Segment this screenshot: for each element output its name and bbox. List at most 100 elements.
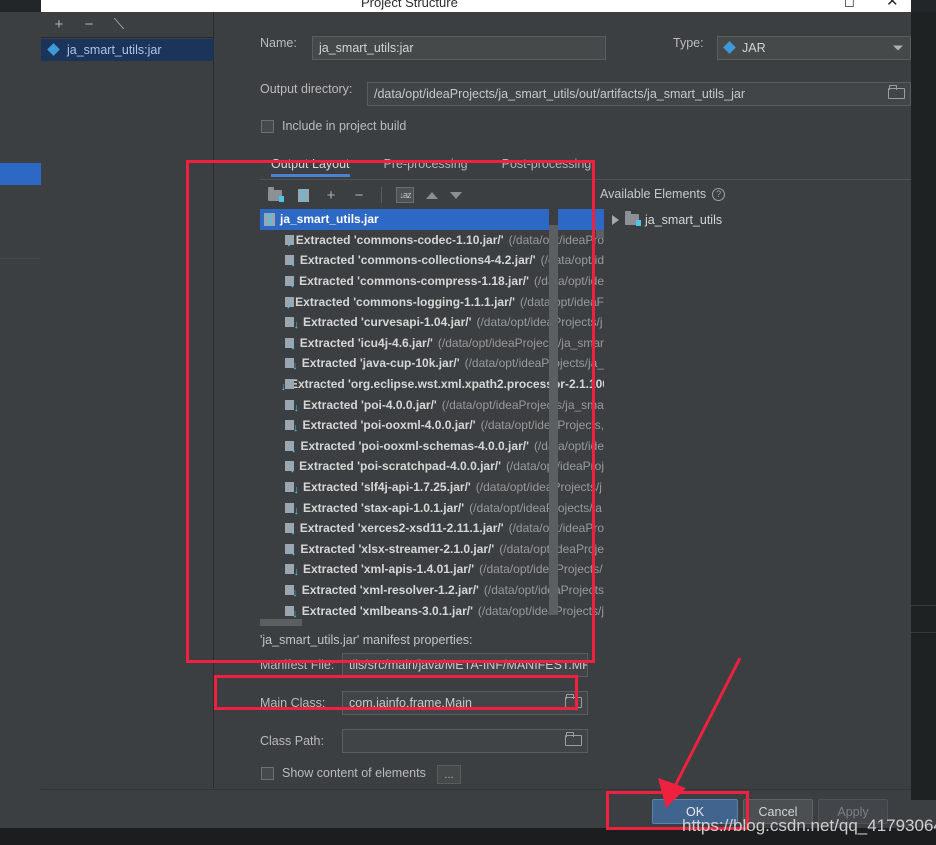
add-directory-icon[interactable] <box>267 186 284 203</box>
main-class-input[interactable]: com.jainfo.frame.Main <box>342 691 588 715</box>
dialog-titlebar: Project Structure ◻ ✕ <box>41 0 911 12</box>
tree-item-path: (/data/opt/ideaF <box>519 294 604 309</box>
name-row: Name: <box>260 36 297 50</box>
manifest-file-row: Manifest File: <box>260 658 334 672</box>
module-folder-icon <box>625 211 641 226</box>
copy-artifact-icon[interactable]: ⟍ <box>111 17 127 33</box>
checkbox-box <box>261 119 274 133</box>
show-content-of-elements-checkbox[interactable]: Show content of elements <box>261 766 426 780</box>
chevron-right-icon[interactable] <box>612 214 619 225</box>
output-directory-input[interactable]: /data/opt/ideaProjects/ja_smart_utils/ou… <box>367 82 911 106</box>
type-select[interactable]: JAR <box>717 36 911 60</box>
tree-item-label: Extracted 'poi-scratchpad-4.0.0.jar/' <box>299 459 501 474</box>
tree-vertical-scrollbar-thumb[interactable] <box>549 225 558 615</box>
manifest-file-label: Manifest File: <box>260 658 335 672</box>
extracted-archive-icon <box>285 481 299 496</box>
name-input[interactable]: ja_smart_utils:jar <box>312 36 606 60</box>
tree-item-label: Extracted 'icu4j-4.6.jar/' <box>299 335 433 350</box>
tree-item-label: Extracted 'xml-apis-1.4.01.jar/' <box>303 562 475 577</box>
ide-right-row-1 <box>911 605 936 606</box>
add-copy-of-icon[interactable]: + <box>323 187 339 203</box>
maximize-icon[interactable]: ◻ <box>844 0 855 8</box>
tree-item-path: (/data/opt/ide <box>533 438 604 453</box>
extracted-archive-icon <box>285 316 299 331</box>
artifact-editor: Name: ja_smart_utils:jar Type: JAR Outpu… <box>215 12 911 788</box>
manifest-properties-note: 'ja_smart_utils.jar' manifest properties… <box>260 633 473 647</box>
manifest-file-value: tils/src/main/java/META-INF/MANIFEST.MF <box>349 658 588 672</box>
jar-artifact-icon <box>48 44 60 56</box>
artifact-list-item[interactable]: ja_smart_utils:jar <box>41 39 214 61</box>
tree-item-path: (/data/opt/ideaProjects/ja_ <box>464 356 604 371</box>
show-content-of-elements-label: Show content of elements <box>282 766 426 780</box>
name-label: Name: <box>260 36 297 50</box>
available-elements-tree[interactable]: ja_smart_utils <box>605 209 911 630</box>
include-in-project-build-label: Include in project build <box>282 119 407 133</box>
ide-left-selected-item[interactable] <box>0 163 41 185</box>
extracted-archive-icon <box>285 419 298 434</box>
jar-type-icon <box>724 42 736 54</box>
main-class-value: com.jainfo.frame.Main <box>349 696 472 710</box>
tree-item-path: (/data/opt/ideaProjects, <box>480 418 604 433</box>
tree-item-label: Extracted 'commons-codec-1.10.jar/' <box>295 232 504 247</box>
extracted-archive-icon <box>285 254 296 269</box>
tree-item-path: (/data/opt/ideaProjects/ja <box>469 500 602 515</box>
tree-item-label: Extracted 'xml-resolver-1.2.jar/' <box>301 582 479 597</box>
tab-output-layout[interactable]: Output Layout <box>271 157 350 177</box>
tree-item-path: (/data/opt/ideaProjects/j <box>477 603 604 618</box>
available-elements-header: Available Elements ? <box>600 187 726 201</box>
folder-plus-icon <box>268 186 284 202</box>
available-scrollbar-track[interactable] <box>596 230 604 238</box>
toolbar-separator <box>381 187 382 203</box>
folder-icon <box>565 694 582 708</box>
tree-item-label: Extracted 'poi-ooxml-4.0.0.jar/' <box>302 418 476 433</box>
add-archive-icon[interactable] <box>295 187 311 203</box>
tree-item-label: Extracted 'curvesapi-1.04.jar/' <box>303 315 472 330</box>
class-path-input[interactable] <box>342 729 588 753</box>
browse-class-path-button[interactable] <box>565 732 583 749</box>
remove-artifact-icon[interactable]: − <box>81 17 97 33</box>
sort-alphabetically-icon[interactable]: ↓az <box>396 187 414 203</box>
artifact-name: ja_smart_utils:jar <box>67 43 162 57</box>
output-directory-row: Output directory: <box>260 82 352 96</box>
tree-item-label: Extracted 'poi-ooxml-schemas-4.0.0.jar/' <box>300 438 529 453</box>
browse-output-directory-button[interactable] <box>888 85 906 102</box>
help-icon[interactable]: ? <box>712 187 726 201</box>
output-directory-value: /data/opt/ideaProjects/ja_smart_utils/ou… <box>374 87 746 101</box>
tabs-underline <box>260 179 911 180</box>
close-icon[interactable]: ✕ <box>886 0 899 9</box>
move-up-icon[interactable] <box>426 191 438 199</box>
remove-element-icon[interactable]: − <box>351 187 367 203</box>
tree-item-label: Extracted 'poi-4.0.0.jar/' <box>303 397 437 412</box>
include-in-project-build-checkbox[interactable]: Include in project build <box>261 119 406 133</box>
tree-horizontal-scrollbar-thumb[interactable] <box>260 619 302 626</box>
extracted-archive-icon <box>285 584 298 599</box>
type-label: Type: <box>673 36 704 50</box>
available-tree-item[interactable]: ja_smart_utils <box>605 209 911 230</box>
extracted-archive-icon <box>285 522 295 537</box>
show-content-options-button[interactable]: ... <box>437 765 461 784</box>
dialog-title: Project Structure <box>361 0 458 10</box>
manifest-file-input[interactable]: tils/src/main/java/META-INF/MANIFEST.MF <box>342 653 588 677</box>
class-path-label: Class Path: <box>260 734 324 748</box>
add-artifact-icon[interactable]: + <box>51 17 67 33</box>
tree-item-label: Extracted 'slf4j-api-1.7.25.jar/' <box>303 480 471 495</box>
main-class-label: Main Class: <box>260 696 326 710</box>
tree-item-path: (/data/opt/ideaProjects/j <box>475 480 602 495</box>
tab-post-processing[interactable]: Post-processing <box>502 157 592 177</box>
ellipsis-label: ... <box>444 768 454 781</box>
type-row: Type: <box>673 36 704 50</box>
extracted-archive-icon <box>285 234 294 249</box>
extracted-archive-icon <box>285 337 296 352</box>
ide-right-strip <box>911 12 936 800</box>
checkbox-box <box>261 766 274 780</box>
extracted-archive-icon <box>285 275 295 290</box>
tree-root-label: ja_smart_utils.jar <box>280 212 379 227</box>
tab-pre-processing[interactable]: Pre-processing <box>384 157 468 177</box>
folder-icon <box>888 85 905 99</box>
available-scrollbar-thumb[interactable] <box>596 211 604 228</box>
available-elements-title: Available Elements <box>600 187 707 201</box>
move-down-icon[interactable] <box>450 191 462 199</box>
extracted-archive-icon <box>285 502 299 517</box>
browse-main-class-button[interactable] <box>565 694 583 711</box>
artifacts-toolbar: + − ⟍ <box>41 12 214 38</box>
